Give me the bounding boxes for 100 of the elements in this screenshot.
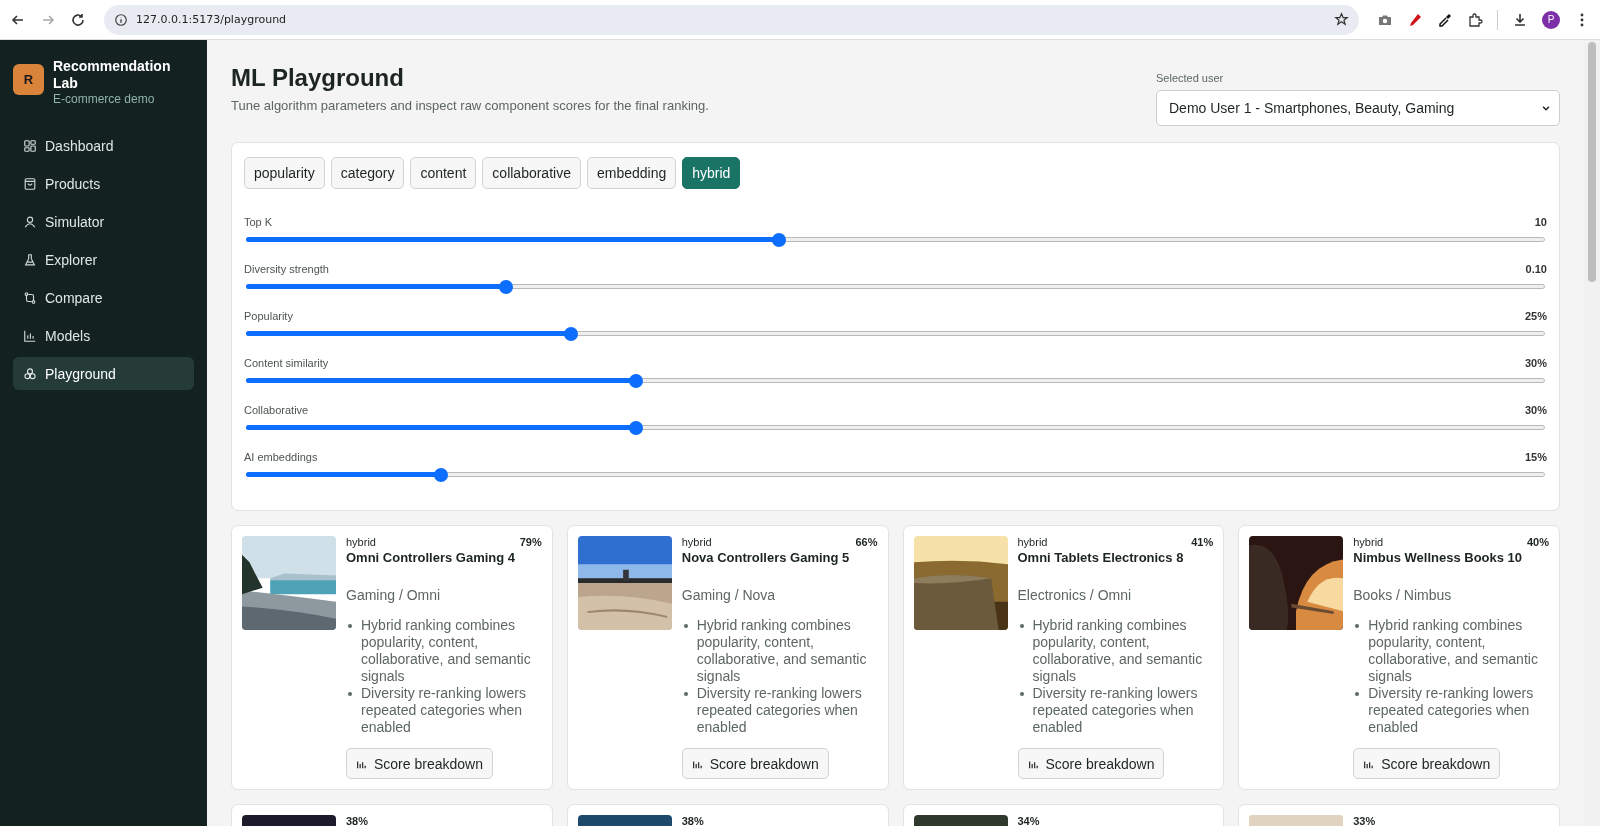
product-category: Gaming / Omni — [346, 587, 442, 603]
score-text: 38% — [346, 815, 369, 826]
bullet-dot — [348, 692, 352, 696]
algorithm-tab[interactable]: hybrid — [682, 157, 741, 189]
slider-handle[interactable] — [628, 374, 643, 388]
flask-icon — [23, 252, 37, 267]
slider-handle[interactable] — [771, 233, 786, 247]
product-name: Omni Controllers Gaming 4 — [346, 550, 517, 565]
slider-value: 15% — [1524, 451, 1547, 463]
bullet-dot — [1019, 624, 1024, 628]
reason-text: Diversity re-ranking lowers repeated categories when enabled — [696, 685, 863, 736]
score-text: 38% — [681, 815, 704, 826]
score-text: 34% — [1017, 815, 1040, 826]
algorithm-label: hybrid — [1017, 536, 1048, 548]
slider-value: 25% — [1524, 310, 1547, 322]
score-text: 66% — [855, 536, 878, 548]
info-icon[interactable] — [114, 12, 128, 27]
reason-text: Hybrid ranking combines popularity, content, collaborative, and semantic signals — [696, 617, 868, 685]
address-bar[interactable]: 127.0.0.1:5173/playground — [104, 4, 1359, 35]
slider-handle[interactable] — [628, 421, 643, 435]
slider-value: 30% — [1524, 357, 1547, 369]
score-text: 40% — [1526, 536, 1549, 548]
nav-item[interactable]: Playground — [13, 357, 194, 390]
slider-label: Top K — [244, 216, 273, 228]
algorithm-tab[interactable]: content — [410, 157, 477, 189]
app-title: Recommendation Lab — [53, 58, 172, 92]
score-breakdown-button[interactable]: Score breakdown — [681, 748, 829, 779]
slider[interactable] — [246, 233, 1545, 247]
reason-text: Diversity re-ranking lowers repeated categories when enabled — [1032, 685, 1199, 736]
reload-icon[interactable] — [70, 11, 86, 28]
score-breakdown-button[interactable]: Score breakdown — [1017, 748, 1165, 779]
bar-chart-icon — [23, 328, 37, 343]
page-subtitle: Tune algorithm parameters and inspect raw component scores for the final ranking. — [231, 98, 709, 113]
reason-text: Hybrid ranking combines popularity, content, collaborative, and semantic signals — [361, 617, 532, 685]
nav-item[interactable]: Explorer — [13, 243, 194, 276]
bullet-dot — [683, 692, 688, 696]
algorithm-tab[interactable]: popularity — [244, 157, 325, 189]
slider-label: Diversity strength — [244, 263, 329, 275]
slider-label: Collaborative — [244, 404, 309, 416]
algorithm-tab[interactable]: embedding — [586, 157, 677, 189]
score-breakdown-button[interactable]: Score breakdown — [1353, 748, 1501, 779]
pen-icon[interactable] — [1407, 11, 1423, 28]
nav-item[interactable]: Dashboard — [13, 129, 194, 162]
bullet-dot — [1355, 692, 1360, 696]
bullet-dot — [1355, 624, 1360, 628]
reason-text: Hybrid ranking combines popularity, content, collaborative, and semantic signals — [1032, 617, 1204, 685]
product-category: Gaming / Nova — [681, 587, 777, 603]
product-name: Nova Controllers Gaming 5 — [681, 550, 851, 565]
url-text: 127.0.0.1:5173/playground — [136, 13, 288, 26]
logo: R — [13, 64, 44, 95]
nav-item[interactable]: Compare — [13, 281, 194, 314]
download-icon[interactable] — [1512, 11, 1528, 28]
slider[interactable] — [246, 280, 1545, 294]
algorithm-label: hybrid — [681, 536, 712, 548]
algorithm-tab[interactable]: collaborative — [482, 157, 581, 189]
score-text: 33% — [1353, 815, 1376, 826]
slider[interactable] — [246, 468, 1545, 482]
extensions-icon[interactable] — [1467, 11, 1483, 28]
slider[interactable] — [246, 327, 1545, 341]
slider-handle[interactable] — [433, 468, 448, 482]
slider-handle[interactable] — [563, 327, 578, 341]
reason-text: Diversity re-ranking lowers repeated categories when enabled — [361, 685, 527, 736]
app-subtitle: E-commerce demo — [53, 92, 156, 107]
nav-item[interactable]: Models — [13, 319, 194, 352]
slider[interactable] — [246, 374, 1545, 388]
score-breakdown-button[interactable]: Score breakdown — [346, 748, 493, 779]
product-category: Electronics / Omni — [1017, 587, 1133, 603]
profile-avatar[interactable]: P — [1542, 10, 1560, 29]
product-name: Nimbus Wellness Books 10 — [1353, 550, 1524, 565]
slider-label: Content similarity — [244, 357, 329, 369]
circles-icon — [23, 366, 37, 381]
slider[interactable] — [246, 421, 1545, 435]
dashboard-icon — [23, 138, 37, 153]
chevron-icon — [1541, 103, 1551, 113]
bullet-dot — [683, 624, 688, 628]
algorithm-label: hybrid — [346, 536, 376, 548]
product-category: Books / Nimbus — [1353, 587, 1453, 603]
slider-value: 0.10 — [1525, 263, 1547, 275]
slider-value: 30% — [1524, 404, 1547, 416]
nav-item[interactable]: Simulator — [13, 205, 194, 238]
star-icon[interactable] — [1334, 12, 1349, 27]
slider-handle[interactable] — [498, 280, 513, 294]
slider-value: 10 — [1534, 216, 1547, 228]
eyedropper-icon[interactable] — [1437, 11, 1453, 28]
bullet-dot — [348, 624, 352, 628]
bullet-dot — [1019, 692, 1024, 696]
slider-label: AI embeddings — [244, 451, 318, 463]
score-text: 41% — [1191, 536, 1214, 548]
field-label: Selected user — [1156, 72, 1225, 84]
scrollbar[interactable] — [1584, 40, 1600, 826]
compare-icon — [23, 290, 37, 305]
user-select[interactable]: Demo User 1 - Smartphones, Beauty, Gaming — [1156, 90, 1560, 126]
algorithm-label: hybrid — [1353, 536, 1384, 548]
page-title: ML Playground — [231, 64, 405, 92]
reason-text: Diversity re-ranking lowers repeated categories when enabled — [1368, 685, 1535, 736]
reason-text: Hybrid ranking combines popularity, content, collaborative, and semantic signals — [1368, 617, 1539, 685]
person-icon — [23, 214, 37, 229]
nav-item[interactable]: Products — [13, 167, 194, 200]
product-name: Omni Tablets Electronics 8 — [1017, 550, 1185, 565]
algorithm-tab[interactable]: category — [330, 157, 405, 189]
